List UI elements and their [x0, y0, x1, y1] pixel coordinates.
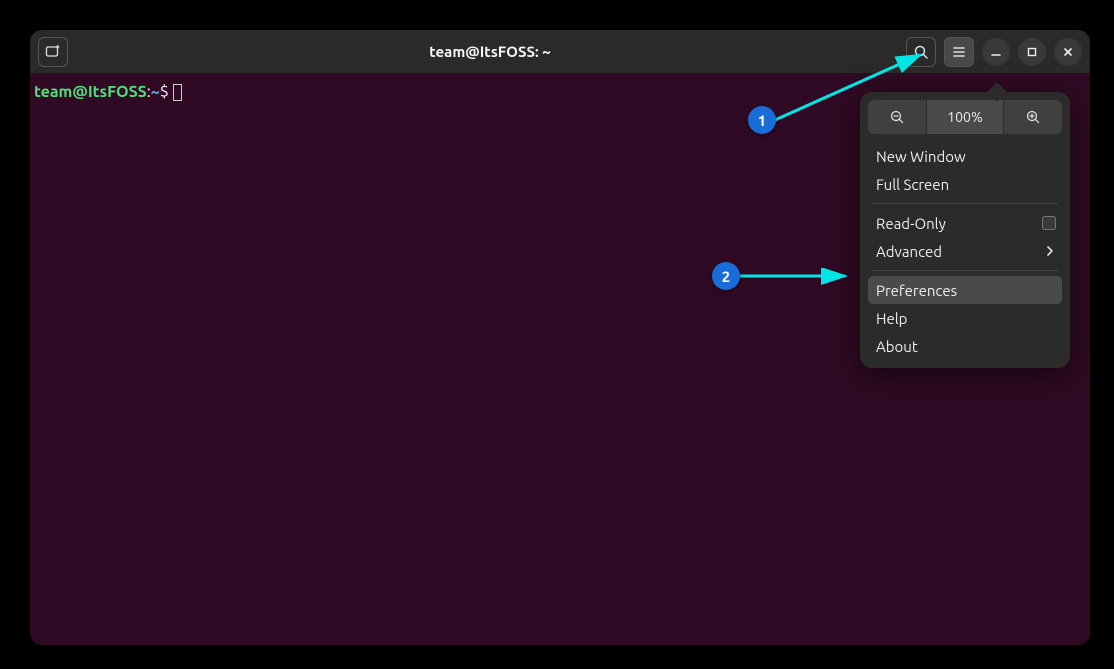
menu-full-screen[interactable]: Full Screen — [868, 170, 1062, 198]
prompt-path: ~ — [151, 83, 160, 101]
annotation-badge-1: 1 — [748, 106, 776, 134]
minimize-button[interactable] — [982, 38, 1010, 66]
annotation-badge-2: 2 — [712, 262, 740, 290]
hamburger-icon — [951, 44, 967, 60]
zoom-out-button[interactable] — [868, 100, 927, 134]
menu-label: Preferences — [876, 282, 957, 299]
maximize-button[interactable] — [1018, 38, 1046, 66]
menu-label: Help — [876, 310, 907, 327]
menu-about[interactable]: About — [868, 332, 1062, 360]
menu-separator — [872, 203, 1058, 204]
chevron-right-icon — [1044, 245, 1056, 257]
menu-label: About — [876, 338, 918, 355]
prompt-user: team@ItsFOSS — [34, 83, 147, 101]
window-title: team@ItsFOSS: ~ — [74, 43, 906, 60]
titlebar: team@ItsFOSS: ~ — [30, 30, 1090, 74]
hamburger-popover: 100% New Window Full Screen Read-Only Ad… — [860, 92, 1070, 368]
menu-new-window[interactable]: New Window — [868, 142, 1062, 170]
new-tab-icon — [45, 44, 61, 60]
minimize-icon — [990, 46, 1002, 58]
zoom-in-icon — [1025, 109, 1041, 125]
menu-preferences[interactable]: Preferences — [868, 276, 1062, 304]
zoom-controls: 100% — [868, 100, 1062, 134]
hamburger-menu-button[interactable] — [944, 37, 974, 67]
read-only-checkbox[interactable] — [1042, 216, 1056, 230]
maximize-icon — [1026, 46, 1038, 58]
menu-help[interactable]: Help — [868, 304, 1062, 332]
menu-read-only[interactable]: Read-Only — [868, 209, 1062, 237]
menu-separator — [872, 270, 1058, 271]
titlebar-left — [38, 37, 74, 67]
menu-advanced[interactable]: Advanced — [868, 237, 1062, 265]
menu-label: Full Screen — [876, 176, 949, 193]
cursor — [173, 84, 182, 101]
close-icon — [1062, 46, 1074, 58]
zoom-in-button[interactable] — [1004, 100, 1062, 134]
prompt-dollar: $ — [160, 83, 169, 101]
zoom-level[interactable]: 100% — [927, 100, 1004, 134]
titlebar-right — [906, 37, 1082, 67]
zoom-out-icon — [889, 109, 905, 125]
search-icon — [913, 44, 929, 60]
menu-label: Read-Only — [876, 215, 946, 232]
search-button[interactable] — [906, 37, 936, 67]
new-tab-button[interactable] — [38, 37, 68, 67]
menu-label: New Window — [876, 148, 966, 165]
close-button[interactable] — [1054, 38, 1082, 66]
menu-label: Advanced — [876, 243, 942, 260]
